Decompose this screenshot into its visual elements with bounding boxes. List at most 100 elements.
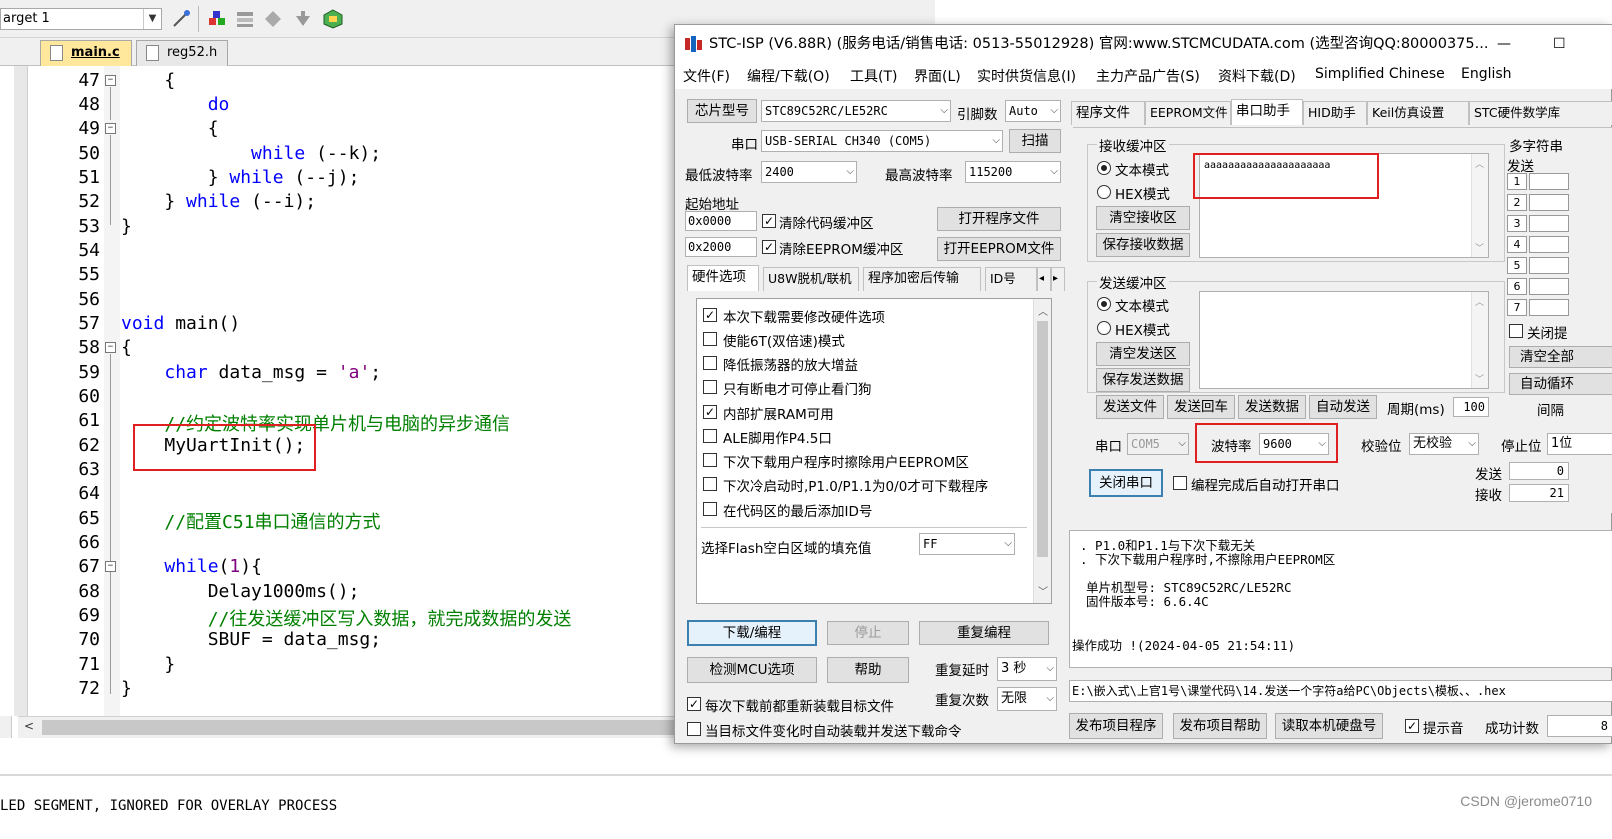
options-scrollbar[interactable]: ︿ ﹀ xyxy=(1033,299,1051,603)
target-select[interactable]: arget 1 ▼ xyxy=(0,8,162,30)
option-checkbox[interactable]: ✓ xyxy=(703,308,717,322)
clear-all-button[interactable]: 清空全部 xyxy=(1509,346,1612,368)
chip-model-select[interactable]: STC89C52RC/LE52RC ⌵ xyxy=(761,100,951,122)
fold-toggle-icon[interactable]: − xyxy=(105,561,116,572)
multi-string-index[interactable]: 7 xyxy=(1507,299,1527,316)
tab-eeprom-file[interactable]: EEPROM文件 xyxy=(1145,101,1231,125)
fold-toggle-icon[interactable]: − xyxy=(105,75,116,86)
repeat-delay-select[interactable]: 3 秒 ⌵ xyxy=(997,657,1057,681)
scrollbar-thumb[interactable] xyxy=(1037,321,1048,557)
save-receive-button[interactable]: 保存接收数据 xyxy=(1096,233,1190,257)
auto-load-checkbox[interactable] xyxy=(687,722,701,736)
menu-program[interactable]: 编程/下载(O) xyxy=(747,66,830,86)
menu-product-ads[interactable]: 主力产品广告(S) xyxy=(1096,66,1200,86)
load-icon[interactable] xyxy=(206,8,228,30)
download-arrow-icon[interactable] xyxy=(292,8,314,30)
scroll-down-icon[interactable]: ﹀ xyxy=(1038,583,1048,598)
clear-eeprom-checkbox[interactable]: ✓ xyxy=(762,240,776,254)
menu-supply-info[interactable]: 实时供货信息(I) xyxy=(977,66,1076,86)
option-checkbox[interactable] xyxy=(703,502,717,516)
publish-help-button[interactable]: 发布项目帮助 xyxy=(1173,713,1267,739)
multi-string-input[interactable] xyxy=(1529,236,1569,253)
option-checkbox[interactable] xyxy=(703,332,717,346)
scroll-left-icon[interactable]: < xyxy=(24,719,34,733)
scroll-down-icon[interactable]: ﹀ xyxy=(1475,372,1484,385)
port-select[interactable]: USB-SERIAL CH340 (COM5) ⌵ xyxy=(761,130,1003,152)
multi-string-input[interactable] xyxy=(1529,278,1569,295)
option-checkbox[interactable] xyxy=(703,477,717,491)
scrollbar-thumb[interactable] xyxy=(42,720,682,735)
menu-file[interactable]: 文件(F) xyxy=(683,66,730,86)
option-checkbox[interactable]: ✓ xyxy=(703,405,717,419)
tab-hardware-options[interactable]: 硬件选项 xyxy=(687,265,759,291)
close-port-button[interactable]: 关闭串口 xyxy=(1089,469,1163,497)
download-program-button[interactable]: 下载/编程 xyxy=(687,620,817,646)
pack-installer-icon[interactable] xyxy=(322,8,344,30)
minimize-button[interactable]: — xyxy=(1497,25,1511,63)
send-text-mode-radio[interactable] xyxy=(1097,297,1111,311)
detect-mcu-button[interactable]: 检测MCU选项 xyxy=(687,657,817,683)
open-eeprom-file-button[interactable]: 打开EEPROM文件 xyxy=(937,237,1061,261)
send-enter-button[interactable]: 发送回车 xyxy=(1167,395,1235,419)
tab-hid-assistant[interactable]: HID助手 xyxy=(1303,101,1367,125)
open-program-file-button[interactable]: 打开程序文件 xyxy=(937,207,1061,231)
chip-model-button[interactable]: 芯片型号 xyxy=(687,99,757,123)
publish-program-button[interactable]: 发布项目程序 xyxy=(1069,713,1163,739)
option-checkbox[interactable] xyxy=(703,453,717,467)
option-checkbox[interactable] xyxy=(703,380,717,394)
multi-string-index[interactable]: 1 xyxy=(1507,173,1527,190)
recv-hex-mode-radio[interactable] xyxy=(1097,185,1111,199)
layers-icon[interactable] xyxy=(234,8,256,30)
start-address-input[interactable]: 0x0000 xyxy=(685,211,757,231)
pin-count-select[interactable]: Auto ⌵ xyxy=(1005,100,1061,122)
multi-string-input[interactable] xyxy=(1529,299,1569,316)
menu-interface[interactable]: 界面(L) xyxy=(914,66,961,86)
menu-lang-english[interactable]: English xyxy=(1461,66,1512,82)
parity-select[interactable]: 无校验 ⌵ xyxy=(1409,433,1479,455)
multi-string-index[interactable]: 6 xyxy=(1507,278,1527,295)
serial-port-select[interactable]: COM5 ⌵ xyxy=(1127,433,1189,455)
tab-reg52-h[interactable]: reg52.h xyxy=(136,40,228,66)
multi-string-input[interactable] xyxy=(1529,215,1569,232)
scroll-down-icon[interactable]: ﹀ xyxy=(1475,241,1484,254)
magic-wand-icon[interactable] xyxy=(170,8,192,30)
save-send-button[interactable]: 保存发送数据 xyxy=(1096,368,1190,392)
receive-scrollbar[interactable]: ︿ ﹀ xyxy=(1471,154,1488,257)
reload-before-download-checkbox[interactable]: ✓ xyxy=(687,697,701,711)
repeat-count-select[interactable]: 无限 ⌵ xyxy=(997,687,1057,711)
scroll-up-icon[interactable]: ︿ xyxy=(1475,157,1484,170)
send-textarea[interactable]: ︿ ﹀ xyxy=(1199,291,1489,389)
send-scrollbar[interactable]: ︿ ﹀ xyxy=(1471,292,1488,388)
tab-scroll-right-icon[interactable]: ▸ xyxy=(1051,267,1065,291)
min-baud-select[interactable]: 2400 ⌵ xyxy=(761,161,857,183)
scan-button[interactable]: 扫描 xyxy=(1009,129,1061,153)
clear-receive-button[interactable]: 清空接收区 xyxy=(1096,206,1190,230)
tab-hardware-math-lib[interactable]: STC硬件数学库 xyxy=(1469,101,1612,125)
stop-bits-select[interactable]: 1位 xyxy=(1547,433,1612,455)
fold-toggle-icon[interactable]: − xyxy=(105,123,116,134)
tab-keil-simulation[interactable]: Keil仿真设置 xyxy=(1367,101,1469,125)
fold-toggle-icon[interactable]: − xyxy=(105,342,116,353)
auto-send-button[interactable]: 自动发送 xyxy=(1309,395,1377,419)
send-hex-mode-radio[interactable] xyxy=(1097,321,1111,335)
maximize-button[interactable]: ☐ xyxy=(1553,25,1566,63)
send-file-button[interactable]: 发送文件 xyxy=(1096,395,1164,419)
send-data-button[interactable]: 发送数据 xyxy=(1238,395,1306,419)
chevron-down-icon[interactable]: ▼ xyxy=(143,9,161,29)
scroll-up-icon[interactable]: ︿ xyxy=(1038,303,1048,318)
multi-string-index[interactable]: 5 xyxy=(1507,257,1527,274)
tab-program-file[interactable]: 程序文件 xyxy=(1071,101,1145,125)
tab-serial-assistant[interactable]: 串口助手 xyxy=(1231,99,1303,125)
auto-open-port-checkbox[interactable] xyxy=(1173,476,1187,490)
help-button[interactable]: 帮助 xyxy=(827,657,909,683)
tab-main-c[interactable]: main.c xyxy=(40,40,132,66)
auto-loop-button[interactable]: 自动循环 xyxy=(1509,373,1612,395)
breakpoint-margin[interactable] xyxy=(14,66,28,716)
multi-string-index[interactable]: 2 xyxy=(1507,194,1527,211)
multi-string-index[interactable]: 4 xyxy=(1507,236,1527,253)
menu-downloads[interactable]: 资料下载(D) xyxy=(1218,66,1296,86)
diamond-icon[interactable] xyxy=(262,8,284,30)
option-checkbox[interactable] xyxy=(703,356,717,370)
tab-id[interactable]: ID号 xyxy=(985,267,1037,291)
menu-lang-chinese[interactable]: Simplified Chinese xyxy=(1315,66,1445,82)
